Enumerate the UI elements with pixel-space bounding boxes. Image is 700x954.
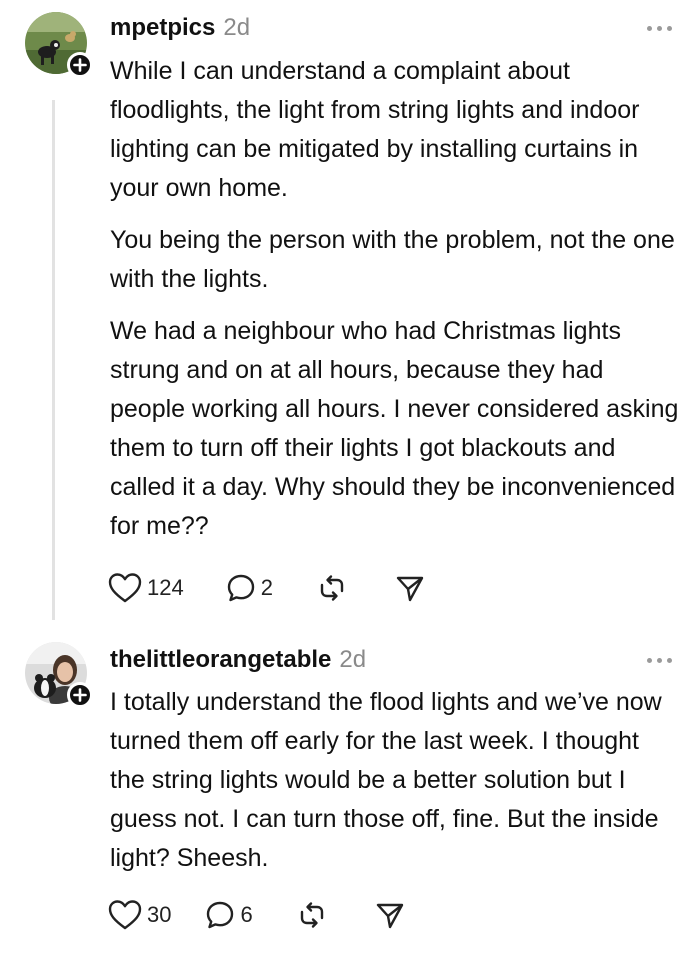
share-button[interactable]: [395, 573, 425, 603]
heart-icon: [108, 573, 142, 603]
comment-paragraph: We had a neighbour who had Christmas lig…: [110, 317, 679, 540]
comment-header: thelittleorangetable 2d: [110, 646, 366, 674]
follow-button[interactable]: [67, 52, 93, 78]
comment: mpetpics 2d While I can understand a com…: [0, 0, 700, 630]
like-button[interactable]: 30: [108, 899, 171, 931]
speech-bubble-icon: [227, 574, 254, 602]
restack-arrows-icon: [300, 902, 323, 928]
more-dots-icon[interactable]: [647, 26, 672, 31]
speech-bubble-icon: [207, 901, 234, 929]
like-count: 124: [147, 575, 184, 600]
username[interactable]: mpetpics: [110, 14, 215, 42]
comment-body: I totally understand the flood lights an…: [110, 683, 680, 891]
restack-button[interactable]: [297, 900, 327, 930]
paper-plane-icon: [396, 576, 424, 602]
avatar-wrap[interactable]: [25, 642, 93, 708]
thread-line: [52, 100, 55, 620]
comment-paragraph: You being the person with the problem, n…: [110, 226, 675, 293]
username[interactable]: thelittleorangetable: [110, 646, 331, 674]
paper-plane-icon: [376, 903, 403, 929]
plus-icon: [73, 688, 87, 702]
heart-icon: [108, 900, 142, 930]
comment-header: mpetpics 2d: [110, 14, 250, 42]
restack-arrows-icon: [320, 575, 344, 601]
comment-paragraph: I totally understand the flood lights an…: [110, 688, 662, 872]
more-dots-icon[interactable]: [647, 658, 672, 663]
comment-paragraph: While I can understand a complaint about…: [110, 57, 640, 202]
comment-body: While I can understand a complaint about…: [110, 52, 680, 559]
like-button[interactable]: 124: [108, 572, 184, 604]
reply-button[interactable]: 6: [205, 900, 253, 930]
reply-button[interactable]: 2: [226, 573, 273, 603]
share-button[interactable]: [375, 900, 405, 930]
restack-button[interactable]: [317, 573, 347, 603]
comment: thelittleorangetable 2d I totally unders…: [0, 632, 700, 954]
like-count: 30: [147, 902, 172, 927]
follow-button[interactable]: [67, 682, 93, 708]
comment-actions: 30 6: [108, 899, 405, 931]
avatar-wrap[interactable]: [25, 12, 93, 78]
timestamp: 2d: [339, 646, 367, 673]
reply-count: 6: [240, 902, 253, 927]
timestamp: 2d: [223, 14, 251, 41]
reply-count: 2: [260, 575, 273, 600]
comment-actions: 124 2: [108, 572, 425, 604]
plus-icon: [73, 58, 87, 72]
